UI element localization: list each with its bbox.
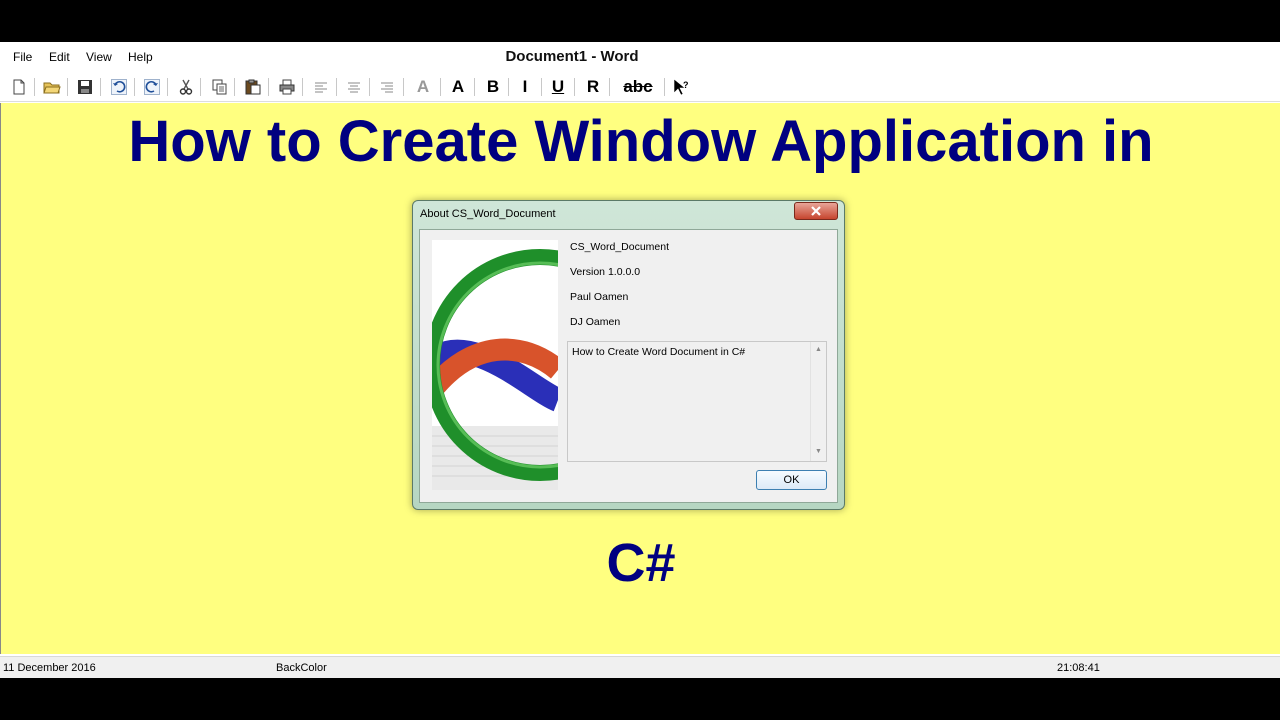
product-name: CS_Word_Document [570,241,670,253]
toolbar-separator [167,78,168,96]
status-date: 11 December 2016 [3,662,96,674]
close-icon[interactable] [794,202,838,220]
toolbar-separator [403,78,404,96]
toolbar-separator [67,78,68,96]
toolbar-separator [268,78,269,96]
dialog-title: About CS_Word_Document [420,208,556,220]
font-button[interactable]: A [447,76,469,98]
cut-icon[interactable] [175,76,197,98]
open-folder-icon[interactable] [41,76,63,98]
menu-bar: File Edit View Help Document1 - Word [0,42,1280,72]
window-title: Document1 - Word [505,48,639,65]
italic-button[interactable]: I [514,76,536,98]
application-window: File Edit View Help Document1 - Word A A… [0,42,1280,678]
copyright-label: Paul Oamen [570,291,629,303]
description-text: How to Create Word Document in C# [572,346,746,358]
help-cursor-icon[interactable]: ? [670,76,692,98]
status-property: BackColor [276,662,327,674]
description-scrollbar[interactable]: ▲ ▼ [810,342,826,461]
scroll-up-icon[interactable]: ▲ [815,346,822,353]
document-area[interactable]: How to Create Window Application in C# A… [0,103,1280,654]
status-bar: 11 December 2016 BackColor 21:08:41 [0,656,1280,678]
dialog-client-area: CS_Word_Document Version 1.0.0.0 Paul Oa… [419,229,838,503]
toolbar-separator [100,78,101,96]
description-textbox[interactable]: How to Create Word Document in C# ▲ ▼ [567,341,827,462]
redo-icon[interactable] [141,76,163,98]
align-center-icon[interactable] [343,76,365,98]
company-label: DJ Oamen [570,316,621,328]
toolbar-separator [200,78,201,96]
version-label: Version 1.0.0.0 [570,266,641,278]
save-icon[interactable] [74,76,96,98]
svg-text:?: ? [683,80,689,90]
new-document-icon[interactable] [8,76,30,98]
strikethrough-button[interactable]: abc [618,76,658,98]
letterbox-bottom [0,678,1280,720]
toolbar-separator [234,78,235,96]
about-dialog: About CS_Word_Document CS_Word_Document … [412,200,845,510]
copy-icon[interactable] [209,76,231,98]
print-icon[interactable] [276,76,298,98]
toolbar-separator [34,78,35,96]
font-color-button[interactable]: A [412,76,434,98]
toolbar: A A B I U R abc ? [0,72,1280,102]
document-heading: How to Create Window Application in [128,109,1154,174]
toolbar-separator [134,78,135,96]
toolbar-separator [508,78,509,96]
toolbar-separator [440,78,441,96]
toolbar-separator [302,78,303,96]
ok-button[interactable]: OK [756,470,827,490]
toolbar-separator [574,78,575,96]
toolbar-separator [474,78,475,96]
undo-icon[interactable] [108,76,130,98]
letterbox-top [0,0,1280,42]
regular-button[interactable]: R [582,76,604,98]
document-subheading: C# [606,533,676,593]
underline-button[interactable]: U [547,76,569,98]
status-time: 21:08:41 [1057,662,1100,674]
product-logo [432,240,558,490]
toolbar-separator [541,78,542,96]
toolbar-separator [664,78,665,96]
scroll-down-icon[interactable]: ▼ [815,448,822,455]
toolbar-separator [336,78,337,96]
align-right-icon[interactable] [376,76,398,98]
paste-icon[interactable] [242,76,264,98]
toolbar-separator [609,78,610,96]
bold-button[interactable]: B [482,76,504,98]
toolbar-separator [369,78,370,96]
align-left-icon[interactable] [310,76,332,98]
